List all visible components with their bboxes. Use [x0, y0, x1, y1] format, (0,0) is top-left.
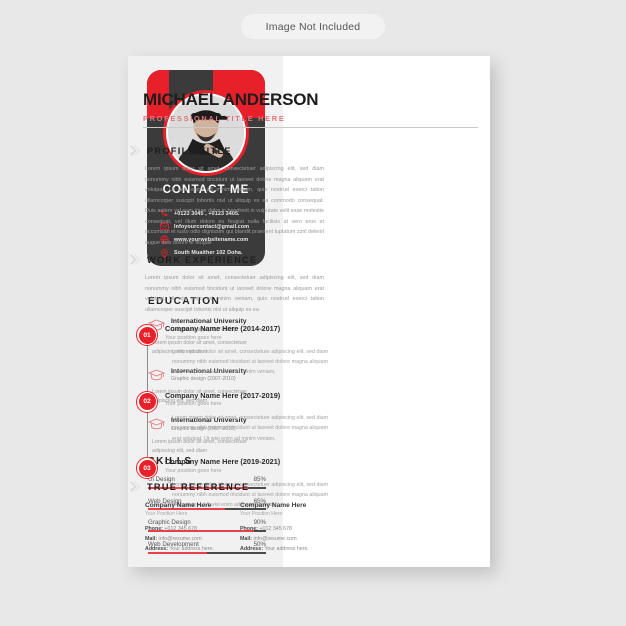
name-header: MICHAEL ANDERSON PROFESSIONAL TITLE HERE: [143, 90, 478, 128]
work-company: Company Name Here (2017-2019): [165, 390, 281, 400]
candidate-name: MICHAEL ANDERSON: [143, 90, 319, 109]
reference-company: Company Name Here: [145, 502, 212, 509]
header-divider: [143, 127, 478, 128]
reference-address-value: Your address here.: [262, 546, 309, 553]
double-chevron-right-icon: [130, 144, 141, 157]
reference-grid: Company Name Here Your Position Here Pho…: [145, 502, 330, 554]
reference-mail: Mail: info@resume.com: [145, 534, 227, 544]
reference-company: Company Name Here: [240, 502, 307, 509]
work-experience-title: WORK EXPERIENCE: [147, 254, 258, 265]
timeline-badge: 03: [136, 457, 158, 480]
reference-address-label: Address:: [240, 546, 263, 553]
timeline-badge: 01: [136, 324, 158, 347]
work-position: Your position goes here: [165, 467, 222, 474]
candidate-job-title: PROFESSIONAL TITLE HERE: [143, 114, 286, 123]
timeline-number: 03: [138, 459, 156, 477]
double-chevron-right-icon: [130, 480, 141, 493]
reference-position: Your Position Here: [240, 510, 283, 517]
image-not-included-badge: Image Not Included: [241, 14, 385, 39]
reference-mail-value: info@resume.com: [157, 535, 202, 542]
reference-title: TRUE REFERENCE: [147, 481, 250, 492]
timeline-number: 01: [138, 326, 156, 344]
profile-section: PROFILE TITLE Lorem ipsum dolor sit amet…: [130, 144, 328, 248]
timeline-number: 02: [138, 393, 156, 411]
reference-phone-value: +012 345 678: [257, 525, 292, 532]
timeline-badge: 02: [136, 390, 158, 413]
reference-mail-label: Mail:: [240, 535, 253, 542]
reference-card: Company Name Here Your Position Here Pho…: [145, 502, 227, 554]
reference-phone-label: Phone:: [145, 525, 163, 532]
work-position: Your position goes here: [165, 401, 222, 408]
reference-address-value: Your address here.: [167, 546, 214, 553]
reference-mail-label: Mail:: [145, 535, 158, 542]
notice-label: Image Not Included: [265, 20, 361, 33]
work-company: Company Name Here (2014-2017): [165, 324, 281, 334]
reference-address: Address: Your address here.: [145, 544, 227, 554]
reference-position: Your Position Here: [145, 510, 188, 517]
reference-phone-label: Phone:: [240, 525, 258, 532]
reference-phone: Phone: +012 345 678: [240, 524, 322, 534]
double-chevron-right-icon: [130, 253, 141, 266]
screenshot-canvas: Image Not Included CONTACT ME +0123 3045…: [0, 0, 626, 626]
work-description: Lorem ipsum dolor sit amet, consectetuer…: [172, 415, 328, 442]
reference-mail: Mail: info@resume.com: [240, 534, 322, 544]
reference-section: TRUE REFERENCE Company Name Here Your Po…: [130, 480, 330, 554]
reference-address-label: Address:: [145, 546, 168, 553]
resume-page: CONTACT ME +0123 3045 , +0123 3405. Info…: [128, 56, 490, 567]
reference-mail-value: info@resume.com: [252, 535, 297, 542]
work-experience-body: Lorem ipsum dolor sit amet, consectetuer…: [145, 275, 324, 313]
reference-phone-value: +012 345 678: [162, 525, 197, 532]
profile-body: Lorem ipsum dolor sit amet, consectetuer…: [145, 166, 324, 246]
reference-address: Address: Your address here.: [240, 544, 322, 554]
reference-card: Company Name Here Your Position Here Pho…: [240, 502, 322, 554]
work-timeline-item: 02 Company Name Here (2017-2019) Your po…: [132, 390, 328, 444]
work-description: Lorem ipsum dolor sit amet, consectetuer…: [172, 348, 328, 376]
reference-phone: Phone: +012 345 678: [145, 524, 227, 534]
work-company: Company Name Here (2019-2021): [165, 457, 281, 467]
work-position: Your position goes here: [165, 334, 222, 341]
work-timeline-item: 01 Company Name Here (2014-2017) Your po…: [132, 324, 328, 377]
profile-title: PROFILE TITLE: [147, 145, 232, 156]
